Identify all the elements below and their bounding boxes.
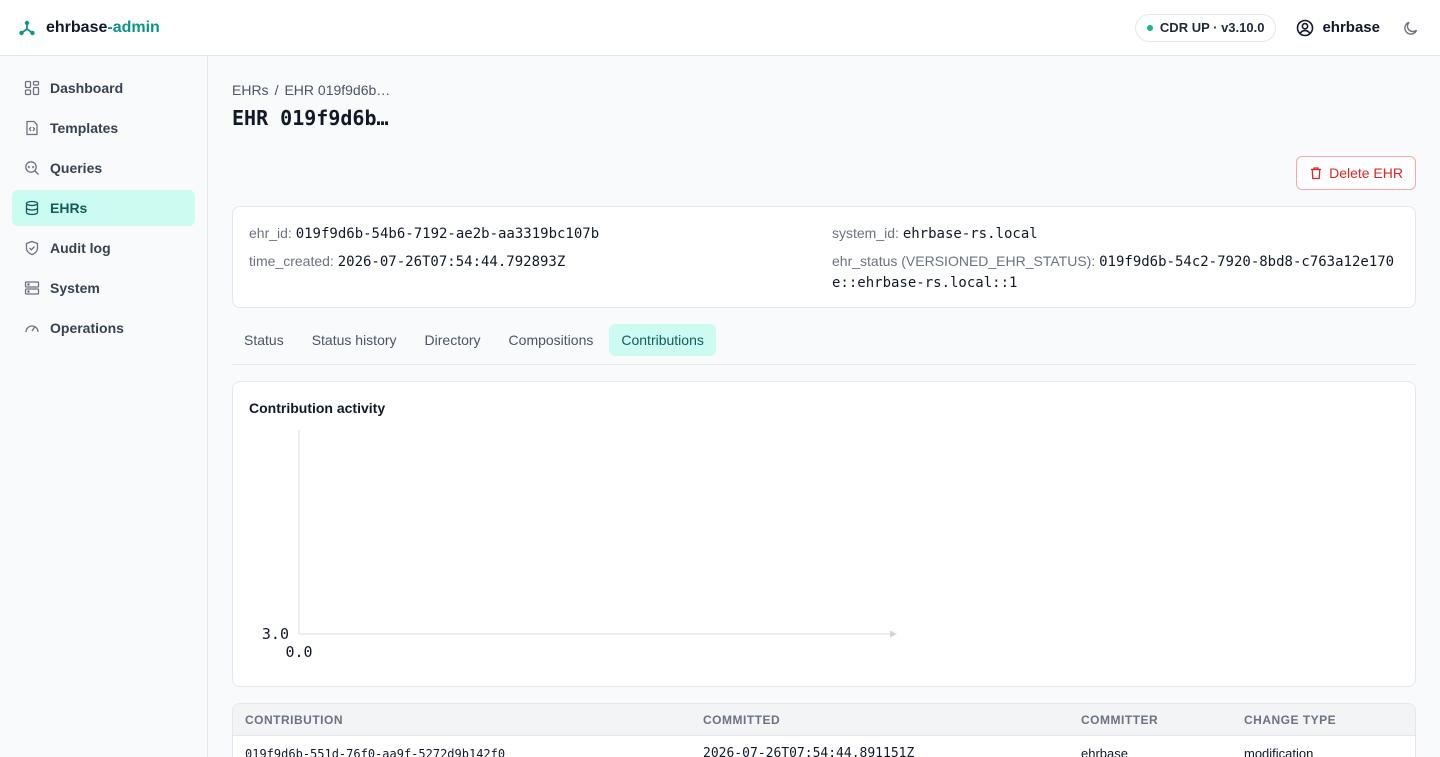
- column-header-contribution[interactable]: CONTRIBUTION: [245, 704, 343, 736]
- moon-icon[interactable]: [1402, 19, 1420, 37]
- brand-name: ehrbase: [46, 18, 108, 36]
- server-icon: [24, 280, 40, 296]
- query-icon: [24, 160, 40, 176]
- column-header-committer[interactable]: COMMITTER: [1081, 704, 1158, 736]
- ehr-tabs: Status Status history Directory Composit…: [232, 324, 1416, 365]
- trash-icon: [1309, 166, 1323, 180]
- contribution-id-cell[interactable]: 019f9d6b-551d-76f0-aa9f-5272d9b142f0: [245, 736, 505, 757]
- time-created-value: 2026-07-26T07:54:44.792893Z: [337, 254, 566, 270]
- tab-status[interactable]: Status: [232, 324, 296, 356]
- dashboard-icon: [24, 80, 40, 96]
- ehr-id-value: 019f9d6b-54b6-7192-ae2b-aa3319bc107b: [295, 226, 600, 242]
- breadcrumb-separator: /: [274, 82, 279, 98]
- sidebar-item-templates[interactable]: Templates: [12, 110, 195, 146]
- table-header: CONTRIBUTION COMMITTED COMMITTER CHANGE …: [233, 704, 1415, 736]
- user-circle-icon: [1296, 19, 1314, 37]
- contribution-activity-card: Contribution activity 3.0 0.0: [232, 381, 1416, 687]
- sidebar-item-queries[interactable]: Queries: [12, 150, 195, 186]
- brand-logo[interactable]: ehrbase-admin: [18, 19, 160, 37]
- gauge-icon: [24, 320, 40, 336]
- ehr-info-card: ehr_id: 019f9d6b-54b6-7192-ae2b-aa3319bc…: [232, 206, 1416, 308]
- sidebar-item-label: EHRs: [50, 200, 88, 216]
- y-tick-label: 3.0: [262, 625, 289, 643]
- template-icon: [24, 120, 40, 136]
- tab-contributions[interactable]: Contributions: [609, 324, 716, 356]
- breadcrumb: EHRs / EHR 019f9d6b…: [232, 82, 390, 98]
- sidebar-item-ehrs[interactable]: EHRs: [12, 190, 195, 226]
- sidebar-item-label: Dashboard: [50, 80, 124, 96]
- database-icon: [24, 200, 40, 216]
- cdr-status-text: CDR UP · v3.10.0: [1159, 20, 1265, 35]
- sidebar-item-system[interactable]: System: [12, 270, 195, 306]
- breadcrumb-ehrs-link[interactable]: EHRs: [232, 82, 269, 98]
- cdr-status-badge: CDR UP · v3.10.0: [1134, 13, 1277, 42]
- sidebar-item-label: Templates: [50, 120, 119, 136]
- ehr-status-field: ehr_status (VERSIONED_EHR_STATUS): 019f9…: [832, 251, 1402, 293]
- committer-cell: ehrbase: [1081, 746, 1128, 757]
- delete-ehr-button[interactable]: Delete EHR: [1296, 156, 1416, 190]
- sidebar-item-label: Operations: [50, 320, 124, 336]
- column-header-committed[interactable]: COMMITTED: [703, 704, 780, 736]
- shield-icon: [24, 240, 40, 256]
- sidebar-item-label: System: [50, 280, 100, 296]
- sidebar: Dashboard Templates Queries EHRs Audit l…: [0, 56, 208, 757]
- username: ehrbase: [1322, 19, 1380, 36]
- sidebar-item-audit-log[interactable]: Audit log: [12, 230, 195, 266]
- x-tick-label: 0.0: [285, 643, 312, 661]
- time-created-label: time_created:: [249, 253, 334, 269]
- sidebar-item-label: Audit log: [50, 240, 111, 256]
- ehr-id-field: ehr_id: 019f9d6b-54b6-7192-ae2b-aa3319bc…: [249, 223, 599, 244]
- sidebar-item-label: Queries: [50, 160, 103, 176]
- tab-status-history[interactable]: Status history: [300, 324, 409, 356]
- sidebar-item-operations[interactable]: Operations: [12, 310, 195, 346]
- contributions-table: CONTRIBUTION COMMITTED COMMITTER CHANGE …: [232, 703, 1416, 757]
- user-menu[interactable]: ehrbase: [1296, 19, 1380, 37]
- contribution-activity-chart: 3.0 0.0: [262, 430, 897, 661]
- breadcrumb-current: EHR 019f9d6b…: [284, 82, 391, 98]
- main-content: EHRs / EHR 019f9d6b… EHR 019f9d6b… Delet…: [208, 56, 1440, 757]
- committed-cell: 2026-07-26T07:54:44.891151Z: [703, 746, 915, 757]
- x-axis-arrow-icon: [890, 630, 897, 638]
- ehrbase-logo-icon: [18, 19, 36, 37]
- ehr-status-label: ehr_status (VERSIONED_EHR_STATUS):: [832, 253, 1096, 269]
- top-bar: ehrbase-admin CDR UP · v3.10.0 ehrbase: [0, 0, 1440, 56]
- delete-ehr-label: Delete EHR: [1329, 165, 1403, 181]
- system-id-field: system_id: ehrbase-rs.local: [832, 223, 1038, 244]
- table-row[interactable]: 019f9d6b-551d-76f0-aa9f-5272d9b142f0 202…: [233, 736, 1415, 757]
- brand-suffix: -admin: [107, 18, 160, 36]
- sidebar-item-dashboard[interactable]: Dashboard: [12, 70, 195, 106]
- tab-directory[interactable]: Directory: [413, 324, 493, 356]
- ehr-status-value-line2: e::ehrbase-rs.local::1: [832, 275, 1018, 291]
- page-title: EHR 019f9d6b…: [232, 106, 389, 130]
- ehr-status-value-line1: 019f9d6b-54c2-7920-8bd8-c763a12e170: [1099, 254, 1395, 270]
- column-header-change-type[interactable]: CHANGE TYPE: [1244, 704, 1336, 736]
- time-created-field: time_created: 2026-07-26T07:54:44.792893…: [249, 251, 565, 272]
- status-dot-icon: [1146, 24, 1153, 31]
- system-id-value: ehrbase-rs.local: [902, 226, 1038, 242]
- system-id-label: system_id:: [832, 225, 899, 241]
- tab-compositions[interactable]: Compositions: [497, 324, 606, 356]
- ehr-id-label: ehr_id:: [249, 225, 292, 241]
- change-type-cell: modification: [1244, 746, 1314, 757]
